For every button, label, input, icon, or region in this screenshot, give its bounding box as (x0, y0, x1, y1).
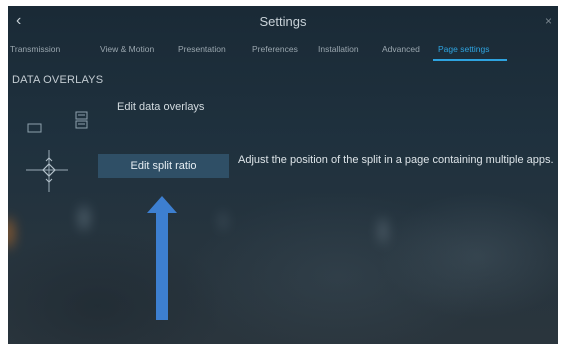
up-arrow-icon (147, 196, 177, 320)
split-ratio-icon (26, 150, 68, 192)
close-icon[interactable]: × (545, 14, 552, 28)
tab-transmission[interactable]: Transmission (10, 44, 60, 54)
top-bar: ‹ Settings × (8, 6, 558, 36)
tab-installation[interactable]: Installation (318, 44, 359, 54)
edit-split-ratio-button[interactable]: Edit split ratio (98, 154, 229, 178)
section-title: DATA OVERLAYS (12, 74, 104, 86)
background-light (380, 218, 386, 244)
active-tab-indicator (433, 59, 507, 61)
tab-preferences[interactable]: Preferences (252, 44, 298, 54)
split-ratio-description: Adjust the position of the split in a pa… (238, 154, 554, 166)
tab-bar: Transmission View & Motion Presentation … (8, 44, 558, 66)
tab-presentation[interactable]: Presentation (178, 44, 226, 54)
background-light (80, 206, 88, 230)
background-light (220, 212, 226, 230)
background-light (8, 218, 14, 248)
tab-view-motion[interactable]: View & Motion (100, 44, 154, 54)
data-overlay-icon (27, 111, 88, 133)
tab-page-settings[interactable]: Page settings (438, 44, 490, 54)
page-title: Settings (259, 14, 307, 29)
tab-advanced[interactable]: Advanced (382, 44, 420, 54)
edit-data-overlays-label[interactable]: Edit data overlays (117, 101, 204, 113)
settings-screen: ‹ Settings × Transmission View & Motion … (8, 6, 558, 344)
